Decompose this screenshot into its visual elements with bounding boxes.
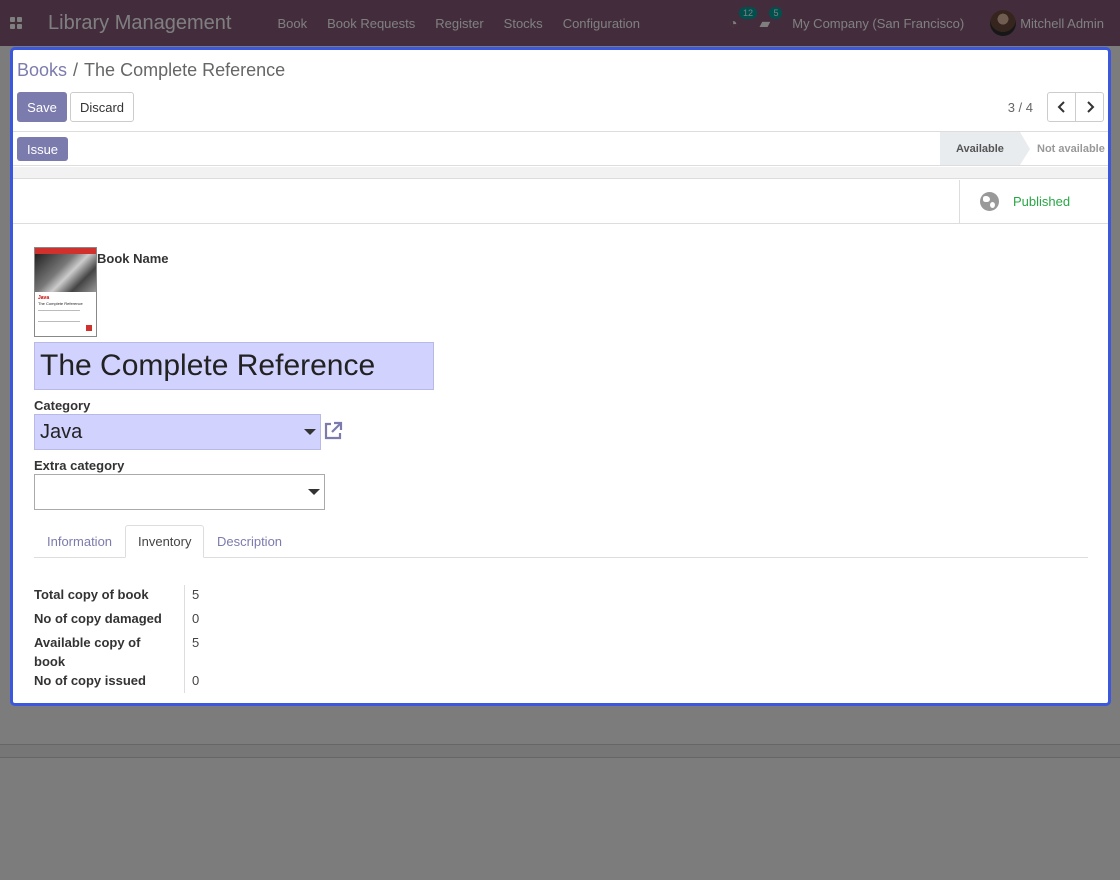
sheet-separator [13,167,1108,179]
save-button[interactable]: Save [17,92,67,122]
breadcrumb-current: The Complete Reference [84,60,286,80]
pager-next-button[interactable] [1075,92,1104,122]
pager-counter[interactable]: 3 / 4 [1008,100,1033,115]
book-name-label: Book Name [97,251,169,266]
category-value: Java [40,420,83,443]
tab-information[interactable]: Information [35,525,124,558]
breadcrumb-separator: / [73,60,79,80]
chevron-left-icon [1057,101,1065,113]
caret-down-icon [304,429,316,435]
book-cover-image[interactable]: Java The Complete Reference [34,247,97,337]
stage-available[interactable]: Available [940,132,1030,165]
inventory-value[interactable]: 5 [192,585,199,604]
globe-icon [980,192,999,211]
button-box: Published [13,180,1108,224]
extra-category-label: Extra category [34,458,125,473]
caret-down-icon [308,489,320,495]
tab-description[interactable]: Description [205,525,294,558]
published-toggle[interactable]: Published [959,180,1108,223]
inventory-label: Available copy of book [34,635,141,669]
pager-previous-button[interactable] [1047,92,1076,122]
stage-not-available[interactable]: Not available [1025,132,1108,165]
inventory-value[interactable]: 5 [192,633,199,652]
discard-button[interactable]: Discard [70,92,134,122]
notebook-tabs: Information Inventory Description [34,525,1088,558]
status-bar: Issue Available Not available [13,131,1108,166]
cover-subtitle: The Complete Reference [38,301,83,306]
category-select[interactable]: Java [34,414,321,450]
inventory-label: No of copy damaged [34,611,162,626]
inventory-value[interactable]: 0 [192,609,199,628]
published-label: Published [1013,194,1071,209]
tab-inventory[interactable]: Inventory [125,525,205,558]
inventory-divider [184,585,185,693]
book-name-input[interactable]: The Complete Reference [34,342,434,390]
breadcrumb-books-link[interactable]: Books [17,60,67,80]
inventory-value[interactable]: 0 [192,671,199,690]
external-link-icon[interactable] [322,420,344,442]
category-label: Category [34,398,91,413]
inventory-label: Total copy of book [34,587,149,602]
book-form-dialog: Books / The Complete Reference Save Discar… [10,47,1111,706]
issue-button[interactable]: Issue [17,137,68,161]
breadcrumb: Books / The Complete Reference [17,60,285,81]
chevron-right-icon [1086,101,1094,113]
inventory-label: No of copy issued [34,673,146,688]
extra-category-select[interactable] [34,474,325,510]
